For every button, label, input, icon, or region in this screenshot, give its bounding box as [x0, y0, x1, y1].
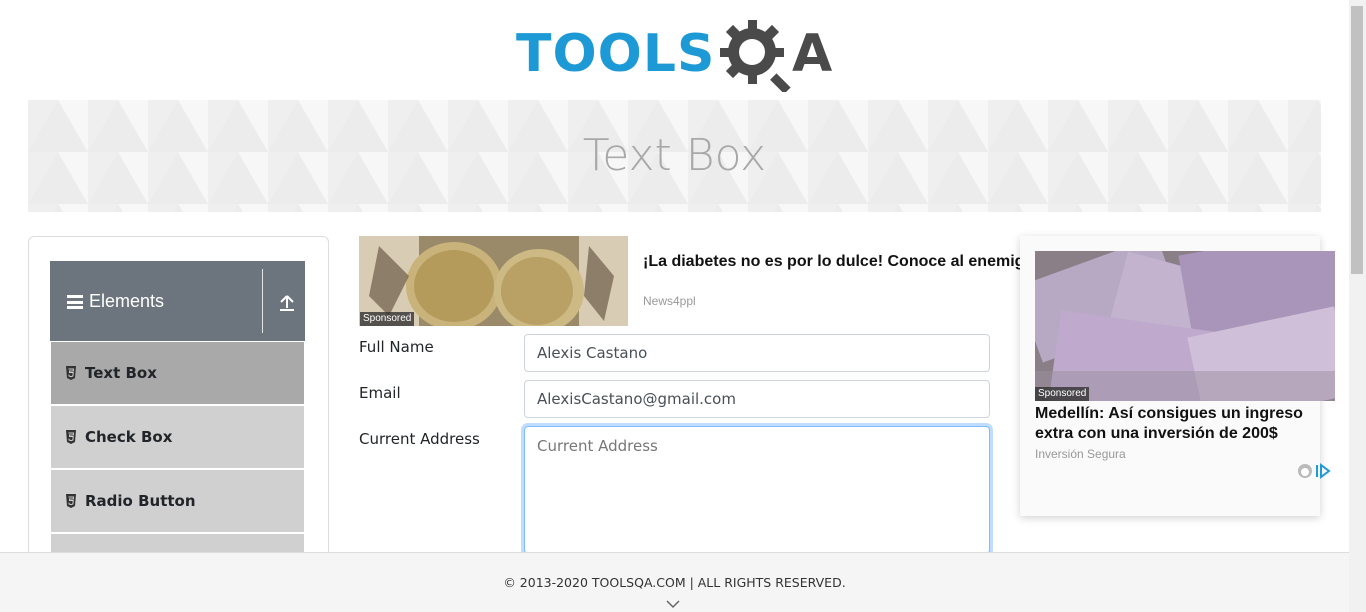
sidebar-item-label: Text Box: [85, 364, 157, 382]
html5-icon: [66, 494, 76, 508]
current-address-textarea[interactable]: [524, 426, 990, 554]
side-ad[interactable]: Sponsored Medellín: Así consigues un ing…: [1020, 236, 1335, 516]
logo-text: TOOLS: [516, 24, 716, 84]
adchoices-icon[interactable]: [1297, 463, 1333, 479]
footer: © 2013-2020 TOOLSQA.COM | ALL RIGHTS RES…: [0, 552, 1349, 612]
chevron-down-icon[interactable]: [666, 599, 680, 609]
sidebar-item-label: Check Box: [85, 428, 173, 446]
current-address-label: Current Address: [359, 430, 480, 448]
sponsored-tag: Sponsored: [1035, 387, 1090, 401]
ad-source[interactable]: News4ppl: [643, 294, 696, 308]
ad-source[interactable]: Inversión Segura: [1035, 447, 1126, 461]
full-name-input[interactable]: [524, 334, 990, 372]
ad-image-money: [1035, 251, 1335, 401]
sidebar-item-label: Radio Button: [85, 492, 196, 510]
email-input[interactable]: [524, 380, 990, 418]
sidebar-group-label: Elements: [89, 291, 165, 311]
toolsqa-logo[interactable]: TOOLS A: [514, 14, 838, 92]
full-name-label: Full Name: [359, 338, 434, 356]
page-banner: Text Box: [28, 100, 1321, 212]
hamburger-icon: [67, 295, 83, 309]
sponsored-tag: Sponsored: [360, 312, 415, 326]
ad-image-nuts[interactable]: Sponsored: [359, 236, 628, 326]
html5-icon: [66, 366, 76, 380]
page-title: Text Box: [582, 130, 767, 181]
sidebar-item-check-box[interactable]: Check Box: [51, 406, 304, 468]
sidebar-item-text-box[interactable]: Text Box: [51, 342, 304, 404]
copyright-text: © 2013-2020 TOOLSQA.COM | ALL RIGHTS RES…: [503, 575, 846, 590]
sidebar-group-elements[interactable]: Elements: [50, 261, 305, 341]
upload-icon[interactable]: [277, 293, 297, 313]
logo-accent: A: [792, 24, 833, 84]
gear-magnifier-icon: [720, 20, 791, 92]
html5-icon: [66, 430, 76, 444]
email-label: Email: [359, 384, 401, 402]
ad-headline[interactable]: Medellín: Así consigues un ingreso extra…: [1035, 404, 1325, 444]
group-divider: [262, 269, 263, 333]
scrollbar-thumb[interactable]: [1351, 6, 1363, 274]
ad-photo: [1035, 251, 1335, 401]
ad-headline[interactable]: ¡La diabetes no es por lo dulce! Conoce …: [643, 252, 1021, 272]
page-scrollbar[interactable]: [1349, 0, 1366, 612]
sidebar-item-radio-button[interactable]: Radio Button: [51, 470, 304, 532]
